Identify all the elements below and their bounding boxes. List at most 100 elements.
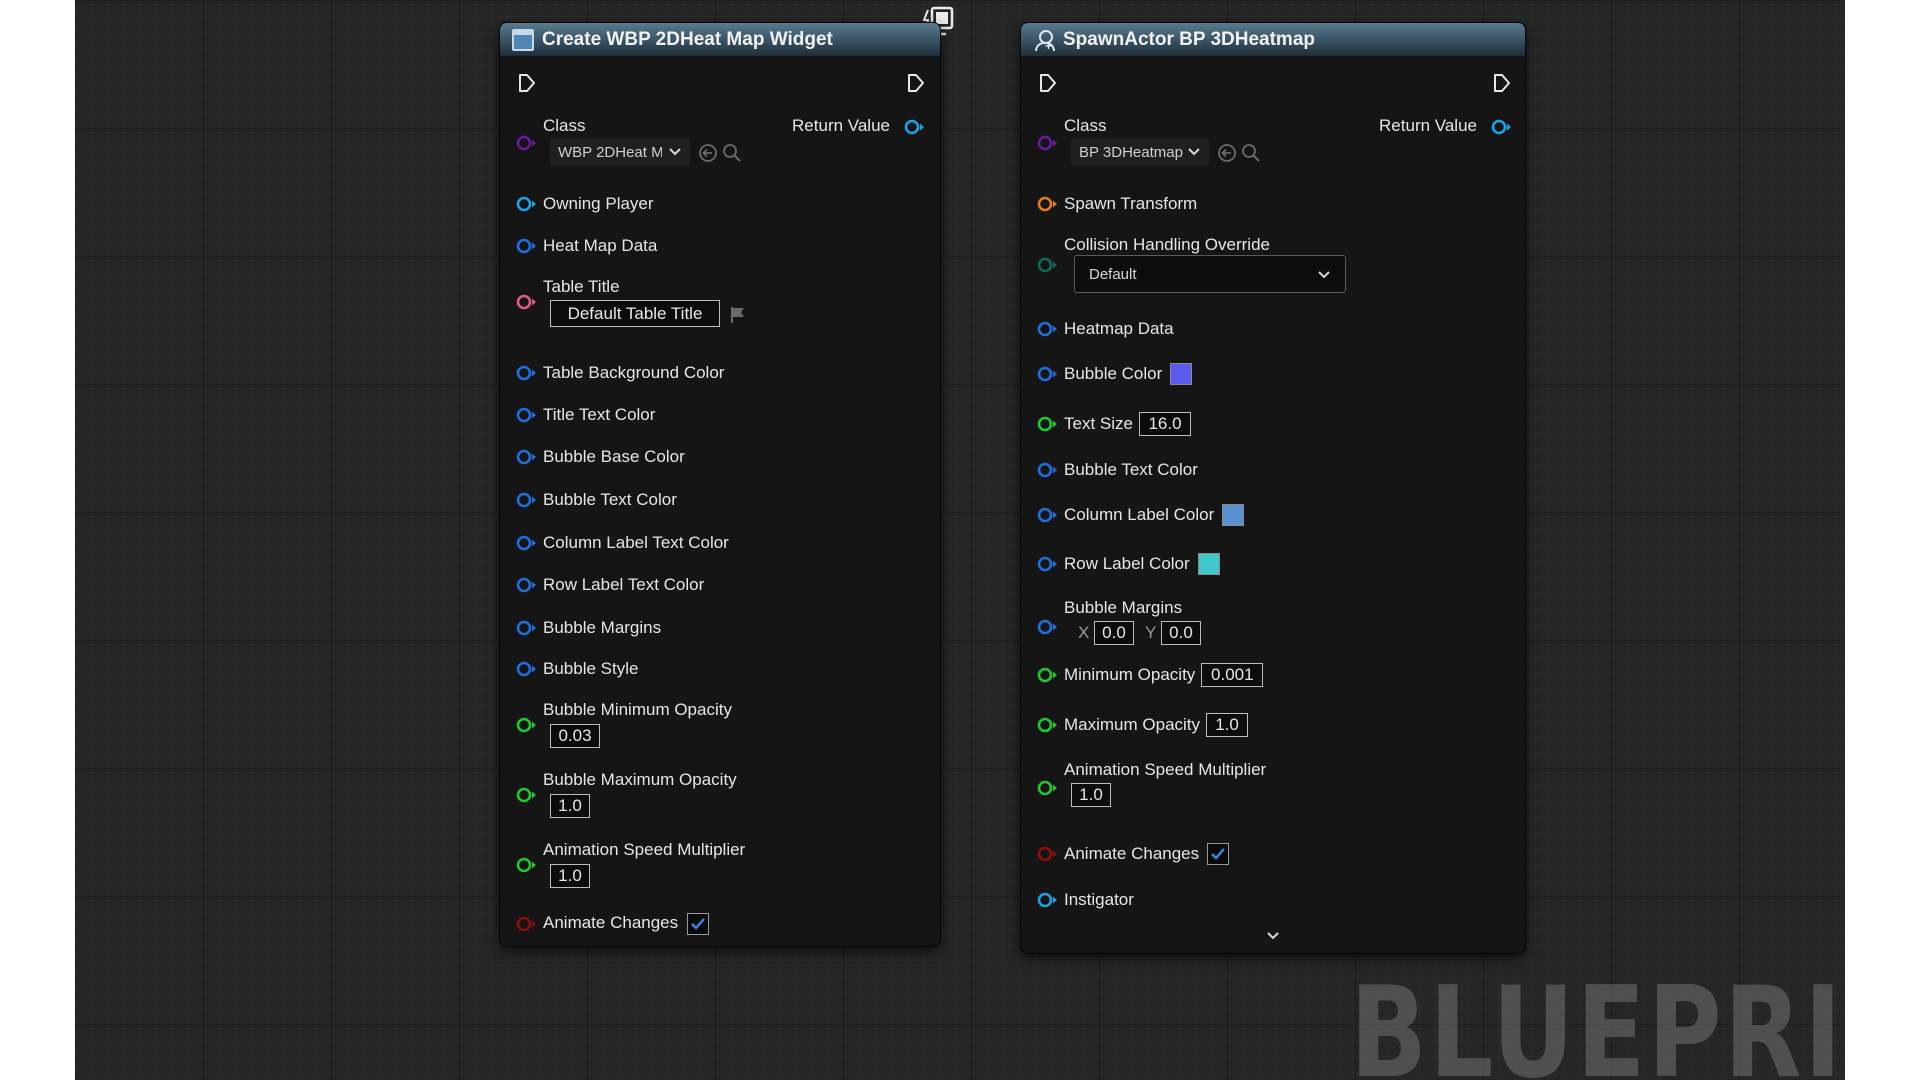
instigator-label: Instigator xyxy=(1064,890,1134,909)
animate-changes-label: Animate Changes xyxy=(1064,844,1200,863)
text-size-row[interactable]: Text Size 16.0 xyxy=(1036,412,1191,436)
use-selected-icon[interactable] xyxy=(1217,143,1237,163)
row-label-text-color-pin[interactable] xyxy=(515,574,537,596)
animate-changes-row[interactable]: Animate Changes xyxy=(1036,843,1230,865)
anim-speed-label: Animation Speed Multiplier xyxy=(1064,760,1267,779)
column-label-color-pin[interactable] xyxy=(1036,504,1058,526)
animate-changes-checkbox[interactable] xyxy=(687,913,709,935)
bubble-text-color-pin[interactable] xyxy=(1036,459,1058,481)
bubble-base-color-pin[interactable] xyxy=(515,446,537,468)
bubble-style-pin[interactable] xyxy=(515,658,537,680)
bubble-text-color-pin[interactable] xyxy=(515,489,537,511)
bubble-margins-pin[interactable] xyxy=(1036,616,1058,638)
bubble-max-opacity-input[interactable]: 1.0 xyxy=(550,794,590,818)
return-value-pin[interactable] xyxy=(903,116,925,138)
bubble-min-opacity-pin[interactable] xyxy=(515,714,537,736)
bubble-margins-pin[interactable] xyxy=(515,617,537,639)
owning-player-pin[interactable] xyxy=(515,193,537,215)
owning-player-label: Owning Player xyxy=(543,194,654,213)
bubble-color-pin[interactable] xyxy=(1036,363,1058,385)
node-header[interactable]: + SpawnActor BP 3DHeatmap xyxy=(1021,23,1525,56)
node-header[interactable]: Create WBP 2DHeat Map Widget xyxy=(500,23,940,56)
collision-override-dropdown[interactable]: Default xyxy=(1074,255,1346,293)
class-pin[interactable] xyxy=(1036,132,1058,154)
max-opacity-pin[interactable] xyxy=(1036,714,1058,736)
bubble-color-row[interactable]: Bubble Color xyxy=(1036,363,1193,385)
bubble-min-opacity-input[interactable]: 0.03 xyxy=(550,724,600,748)
heatmap-data-row[interactable]: Heatmap Data xyxy=(1036,318,1174,340)
node-title: Create WBP 2DHeat Map Widget xyxy=(542,28,833,50)
heat-map-data-pin[interactable] xyxy=(515,235,537,257)
bubble-color-swatch[interactable] xyxy=(1170,363,1193,385)
browse-search-icon[interactable] xyxy=(1241,143,1261,163)
max-opacity-row[interactable]: Maximum Opacity 1.0 xyxy=(1036,713,1249,737)
margin-x-input[interactable]: 0.0 xyxy=(1094,621,1134,645)
create-widget-node[interactable]: Create WBP 2DHeat Map Widget Class WBP 2… xyxy=(500,23,940,946)
margin-y-input[interactable]: 0.0 xyxy=(1161,621,1201,645)
return-value-label: Return Value xyxy=(1379,116,1477,135)
row-label-color-row[interactable]: Row Label Color xyxy=(1036,553,1220,575)
column-label-color-swatch[interactable] xyxy=(1222,504,1245,526)
animate-changes-pin[interactable] xyxy=(1036,843,1058,865)
table-title-input[interactable]: Default Table Title xyxy=(550,300,720,327)
table-title-label: Table Title xyxy=(543,277,620,296)
heat-map-data-row[interactable]: Heat Map Data xyxy=(515,235,657,257)
row-label-color-pin[interactable] xyxy=(1036,553,1058,575)
table-bg-color-row[interactable]: Table Background Color xyxy=(515,362,724,384)
min-opacity-pin[interactable] xyxy=(1036,664,1058,686)
class-picker[interactable]: WBP 2DHeat Ma xyxy=(550,138,690,166)
text-size-pin[interactable] xyxy=(1036,413,1058,435)
spawn-actor-node[interactable]: + SpawnActor BP 3DHeatmap Class BP 3DHea… xyxy=(1021,23,1525,953)
table-bg-color-label: Table Background Color xyxy=(543,363,725,382)
max-opacity-input[interactable]: 1.0 xyxy=(1206,713,1249,737)
heat-map-data-label: Heat Map Data xyxy=(543,236,658,255)
min-opacity-input[interactable]: 0.001 xyxy=(1201,663,1264,687)
text-size-input[interactable]: 16.0 xyxy=(1138,412,1191,436)
expand-advanced-chevron-icon[interactable] xyxy=(1266,929,1280,943)
animate-changes-checkbox[interactable] xyxy=(1207,843,1230,865)
exec-in-pin[interactable] xyxy=(518,73,536,93)
table-title-pin[interactable] xyxy=(515,291,537,313)
browse-search-icon[interactable] xyxy=(722,143,742,163)
instigator-row[interactable]: Instigator xyxy=(1036,889,1134,911)
bubble-text-color-row[interactable]: Bubble Text Color xyxy=(515,489,677,511)
spawn-transform-row[interactable]: Spawn Transform xyxy=(1036,193,1197,215)
bubble-max-opacity-label: Bubble Maximum Opacity xyxy=(543,770,737,789)
anim-speed-pin[interactable] xyxy=(515,854,537,876)
row-label-text-color-row[interactable]: Row Label Text Color xyxy=(515,574,704,596)
column-label-text-color-pin[interactable] xyxy=(515,532,537,554)
exec-out-pin[interactable] xyxy=(907,73,925,93)
exec-out-pin[interactable] xyxy=(1493,73,1511,93)
bubble-text-color-label: Bubble Text Color xyxy=(543,490,677,509)
table-bg-color-pin[interactable] xyxy=(515,362,537,384)
spawn-transform-pin[interactable] xyxy=(1036,193,1058,215)
bubble-margins-row[interactable]: Bubble Margins xyxy=(515,617,661,639)
row-label-color-swatch[interactable] xyxy=(1197,553,1220,575)
exec-in-pin[interactable] xyxy=(1039,73,1057,93)
checkmark-icon xyxy=(690,916,706,932)
column-label-color-row[interactable]: Column Label Color xyxy=(1036,504,1245,526)
instigator-pin[interactable] xyxy=(1036,889,1058,911)
return-value-pin[interactable] xyxy=(1490,116,1512,138)
bubble-text-color-label: Bubble Text Color xyxy=(1064,460,1198,479)
localization-flag-icon[interactable] xyxy=(728,305,748,325)
anim-speed-input[interactable]: 1.0 xyxy=(550,864,590,888)
bubble-max-opacity-pin[interactable] xyxy=(515,784,537,806)
column-label-text-color-row[interactable]: Column Label Text Color xyxy=(515,532,729,554)
title-text-color-pin[interactable] xyxy=(515,404,537,426)
animate-changes-pin[interactable] xyxy=(515,913,537,935)
collision-override-pin[interactable] xyxy=(1036,254,1058,276)
title-text-color-row[interactable]: Title Text Color xyxy=(515,404,655,426)
owning-player-row[interactable]: Owning Player xyxy=(515,193,654,215)
anim-speed-pin[interactable] xyxy=(1036,777,1058,799)
class-pin[interactable] xyxy=(515,132,537,154)
class-picker[interactable]: BP 3DHeatmap xyxy=(1071,138,1209,166)
bubble-style-row[interactable]: Bubble Style xyxy=(515,658,638,680)
heatmap-data-pin[interactable] xyxy=(1036,318,1058,340)
blueprint-graph[interactable]: Create WBP 2DHeat Map Widget Class WBP 2… xyxy=(75,0,1845,1080)
bubble-base-color-row[interactable]: Bubble Base Color xyxy=(515,446,685,468)
bubble-text-color-row[interactable]: Bubble Text Color xyxy=(1036,459,1198,481)
anim-speed-input[interactable]: 1.0 xyxy=(1071,783,1111,807)
min-opacity-row[interactable]: Minimum Opacity 0.001 xyxy=(1036,663,1264,687)
use-selected-icon[interactable] xyxy=(698,143,718,163)
